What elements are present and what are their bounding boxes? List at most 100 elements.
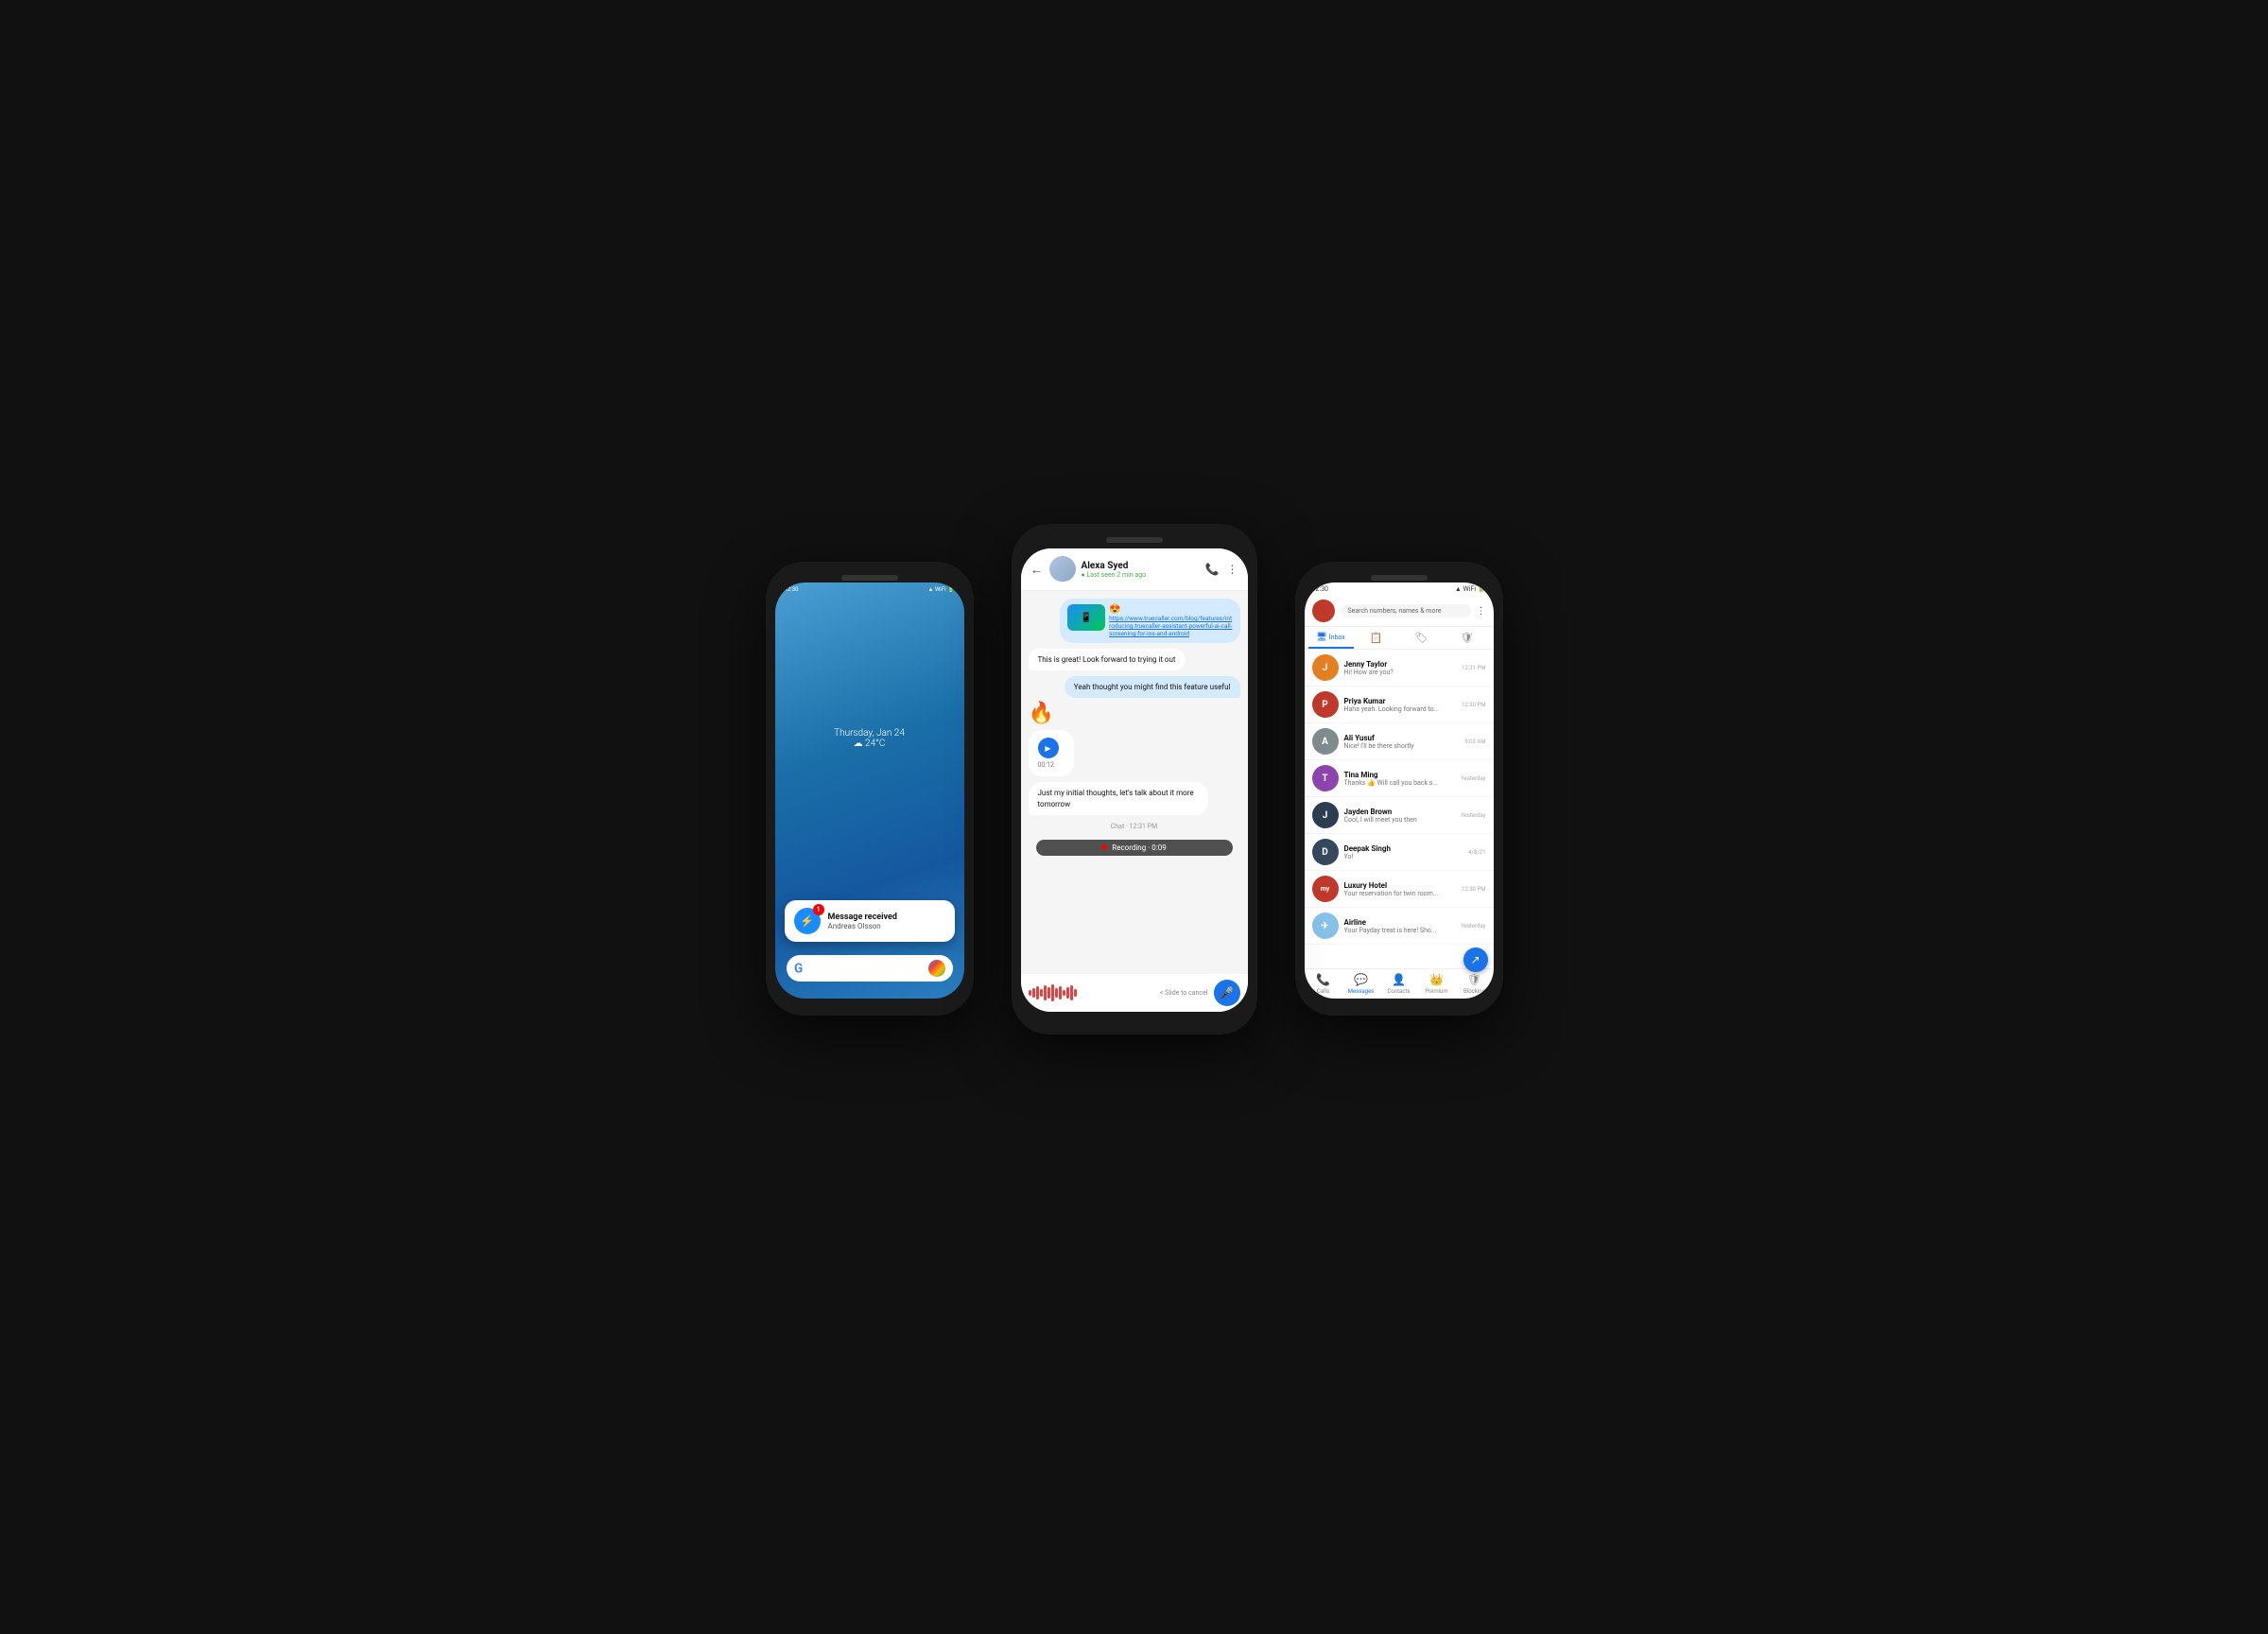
contact-time-jenny: 12:31 PM (1462, 665, 1485, 671)
right-screen: 12:30 ▲ WiFi 🔋 Search numbers, names & m… (1305, 582, 1494, 999)
nav-messages-label: Messages (1348, 988, 1375, 995)
left-time: 12:30 (785, 586, 799, 593)
contact-info-jenny: Jenny Taylor Hi! How are you? (1344, 660, 1457, 676)
received-message-1: This is great! Look forward to trying it… (1029, 649, 1186, 670)
bottom-navigation: 📞 Calls 💬 Messages 👤 Contacts 👑 Premium (1305, 968, 1494, 999)
list-item[interactable]: A Ali Yusuf Nice! I'll be there shortly … (1305, 723, 1494, 760)
tab-inbox[interactable]: 🖥 Inbox (1308, 627, 1354, 649)
link-bubble-inner: 📱 😍 https://www.truecaller.com/blog/feat… (1067, 604, 1232, 637)
contact-msg-deepak: Yo! (1344, 853, 1463, 860)
list-item[interactable]: D Deepak Singh Yo! 4/8/21 (1305, 834, 1494, 871)
contact-name-hotel: Luxury Hotel (1344, 881, 1457, 890)
back-button[interactable]: ← (1030, 562, 1044, 578)
mic-button[interactable]: 🎤 (1214, 980, 1240, 1006)
contact-time-hotel: 12:30 PM (1462, 886, 1485, 893)
chat-meta: Chat · 12:31 PM (1029, 821, 1240, 832)
notification-subtitle: Andreas Olsson (828, 922, 897, 930)
call-icon[interactable]: 📞 (1205, 563, 1220, 576)
notification-text: Message received Andreas Olsson (828, 913, 897, 930)
chat-messages: 📱 😍 https://www.truecaller.com/blog/feat… (1021, 591, 1248, 974)
center-phone: ← Alexa Syed ● Last seen 2 min ago 📞 ⋮ (1012, 524, 1257, 1034)
contact-msg-jayden: Cool, I will meet you then (1344, 816, 1456, 824)
contact-name: Alexa Syed (1082, 561, 1200, 571)
search-more-icon[interactable]: ⋮ (1477, 606, 1486, 617)
contact-name-jayden: Jayden Brown (1344, 808, 1456, 816)
voice-waveform (1029, 983, 1154, 1002)
list-item[interactable]: ✈ Airline Your Payday treat is here! Sho… (1305, 908, 1494, 945)
calls-icon: 📞 (1316, 973, 1330, 986)
link-thumbnail: 📱 (1067, 604, 1105, 631)
tab-sms[interactable]: 📋 (1354, 627, 1399, 649)
google-search-bar[interactable]: G (787, 955, 953, 982)
contact-msg-jenny: Hi! How are you? (1344, 669, 1457, 676)
notification-title: Message received (828, 913, 897, 922)
nav-contacts[interactable]: 👤 Contacts (1380, 973, 1418, 995)
chat-header-info: Alexa Syed ● Last seen 2 min ago (1082, 561, 1200, 579)
message-text-2: Yeah thought you might find this feature… (1074, 683, 1231, 691)
contact-info-hotel: Luxury Hotel Your reservation for twin r… (1344, 881, 1457, 897)
link-url[interactable]: https://www.truecaller.com/blog/features… (1109, 615, 1232, 637)
left-screen: 12:30 ▲ WiFi 🔋 Thursday, Jan 24 ☁ 24°C ⚡… (775, 582, 964, 999)
contact-info-ali: Ali Yusuf Nice! I'll be there shortly (1344, 734, 1460, 750)
nav-contacts-label: Contacts (1387, 988, 1410, 995)
emoji-message: 🔥 (1029, 704, 1054, 724)
contact-name-tina: Tina Ming (1344, 771, 1456, 779)
nav-calls-label: Calls (1317, 988, 1329, 995)
right-phone: 12:30 ▲ WiFi 🔋 Search numbers, names & m… (1295, 562, 1503, 1016)
right-time: 12:30 (1312, 585, 1328, 593)
tab-shield-icon: 🛡 (1461, 632, 1474, 644)
notification-card[interactable]: ⚡ 1 Message received Andreas Olsson (785, 900, 955, 942)
link-emoji: 😍 (1109, 604, 1120, 615)
right-tabs: 🖥 Inbox 📋 🏷 🛡 (1305, 627, 1494, 650)
header-action-icons: 📞 ⋮ (1205, 563, 1238, 576)
scene: 12:30 ▲ WiFi 🔋 Thursday, Jan 24 ☁ 24°C ⚡… (709, 524, 1560, 1110)
slide-to-cancel: < Slide to cancel (1160, 989, 1208, 997)
tab-sms-icon: 📋 (1370, 632, 1383, 644)
nav-calls[interactable]: 📞 Calls (1305, 973, 1342, 995)
nav-blocking[interactable]: 🛡 Blocking (1456, 973, 1494, 995)
recording-indicator: Recording · 0:09 (1036, 840, 1233, 856)
tab-labels-icon: 🏷 (1415, 632, 1428, 644)
blocking-icon: 🛡 (1467, 973, 1481, 986)
contact-avatar-jayden: J (1312, 802, 1339, 828)
list-item[interactable]: J Jenny Taylor Hi! How are you? 12:31 PM (1305, 650, 1494, 687)
contact-name-deepak: Deepak Singh (1344, 844, 1463, 853)
tab-labels[interactable]: 🏷 (1399, 627, 1445, 649)
nav-premium[interactable]: 👑 Premium (1418, 973, 1456, 995)
notification-badge: ⚡ 1 (794, 908, 821, 934)
right-status-bar: 12:30 ▲ WiFi 🔋 (1305, 582, 1494, 596)
list-item[interactable]: J Jayden Brown Cool, I will meet you the… (1305, 797, 1494, 834)
contact-list: J Jenny Taylor Hi! How are you? 12:31 PM… (1305, 650, 1494, 968)
right-status-icons: ▲ WiFi 🔋 (1455, 585, 1486, 593)
right-search-row: Search numbers, names & more ⋮ (1305, 596, 1494, 627)
left-icons: ▲ WiFi 🔋 (928, 586, 955, 593)
compose-fab-button[interactable]: ↗ (1463, 947, 1488, 972)
contact-time-deepak: 4/8/21 (1468, 849, 1485, 856)
chat-input-area: < Slide to cancel 🎤 (1021, 974, 1248, 1012)
contact-msg-priya: Haha yeah. Looking forward to... (1344, 705, 1457, 713)
contact-name-priya: Priya Kumar (1344, 697, 1457, 705)
contact-avatar-deepak: D (1312, 839, 1339, 865)
left-phone: 12:30 ▲ WiFi 🔋 Thursday, Jan 24 ☁ 24°C ⚡… (766, 562, 974, 1016)
contact-info-airline: Airline Your Payday treat is here! Sho..… (1344, 918, 1456, 934)
sent-message-1: Yeah thought you might find this feature… (1065, 676, 1240, 698)
nav-messages[interactable]: 💬 Messages (1342, 973, 1380, 995)
tab-shield[interactable]: 🛡 (1445, 627, 1490, 649)
list-item[interactable]: T Tina Ming Thanks 👍 Will call you back … (1305, 760, 1494, 797)
recording-dot (1101, 844, 1107, 850)
contact-avatar-airline: ✈ (1312, 913, 1339, 939)
list-item[interactable]: my Luxury Hotel Your reservation for twi… (1305, 871, 1494, 908)
message-text-3: Just my initial thoughts, let's talk abo… (1038, 789, 1194, 808)
audio-duration: 00:12 (1038, 761, 1065, 769)
contact-name-ali: Ali Yusuf (1344, 734, 1460, 742)
play-button[interactable]: ▶ (1038, 738, 1059, 758)
contact-avatar-tina: T (1312, 765, 1339, 791)
audio-message: ▶ 00:12 (1029, 730, 1074, 776)
contact-info-jayden: Jayden Brown Cool, I will meet you then (1344, 808, 1456, 824)
search-input[interactable]: Search numbers, names & more (1341, 604, 1471, 617)
more-icon[interactable]: ⋮ (1227, 563, 1238, 576)
left-status-bar: 12:30 ▲ WiFi 🔋 (775, 582, 964, 597)
contact-time-jayden: Yesterday (1461, 812, 1485, 819)
received-message-2: Just my initial thoughts, let's talk abo… (1029, 782, 1208, 814)
list-item[interactable]: P Priya Kumar Haha yeah. Looking forward… (1305, 687, 1494, 723)
